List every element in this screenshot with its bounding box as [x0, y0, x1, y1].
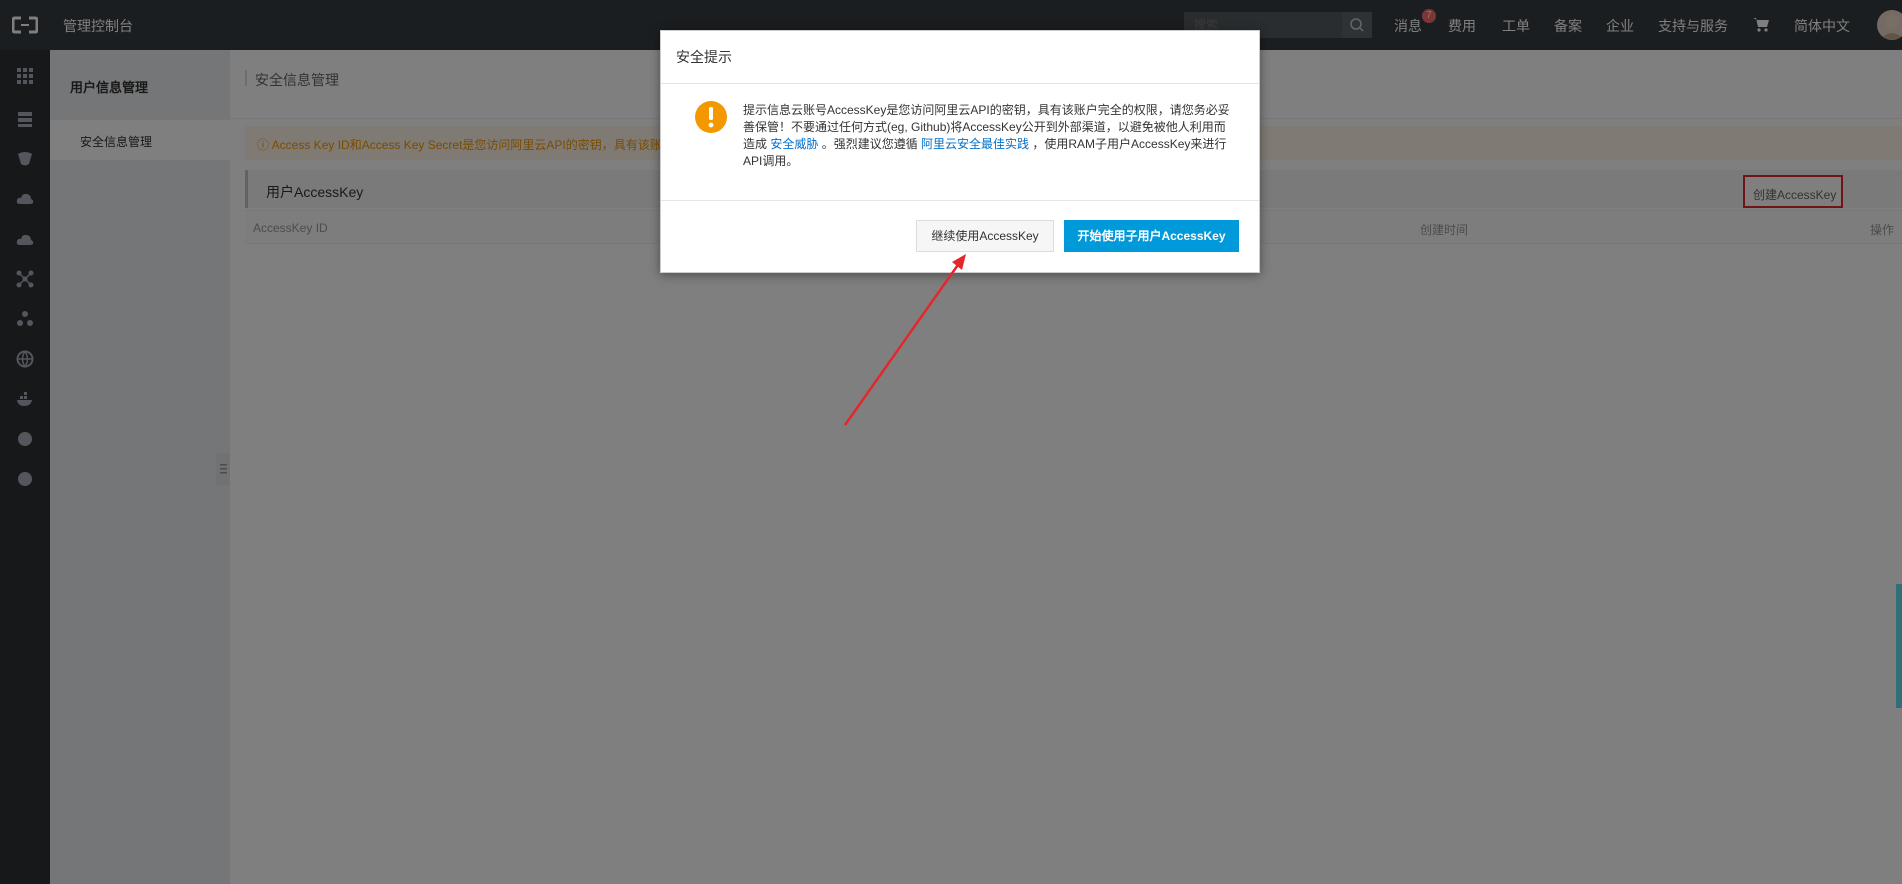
dialog-message: 提示信息云账号AccessKey是您访问阿里云API的密钥，具有该账户完全的权限… — [743, 102, 1233, 170]
start-subuser-accesskey-button[interactable]: 开始使用子用户AccessKey — [1064, 220, 1239, 252]
divider — [661, 200, 1259, 201]
divider — [661, 83, 1259, 84]
best-practice-link[interactable]: 阿里云安全最佳实践 — [921, 137, 1029, 151]
security-threat-link[interactable]: 安全威胁 — [770, 137, 818, 151]
warning-icon — [695, 101, 727, 133]
dialog-title: 安全提示 — [676, 49, 732, 65]
security-dialog: 安全提示 提示信息云账号AccessKey是您访问阿里云API的密钥，具有该账户… — [660, 30, 1260, 273]
message-text: 。强烈建议您遵循 — [818, 137, 922, 151]
continue-accesskey-button[interactable]: 继续使用AccessKey — [916, 220, 1054, 252]
